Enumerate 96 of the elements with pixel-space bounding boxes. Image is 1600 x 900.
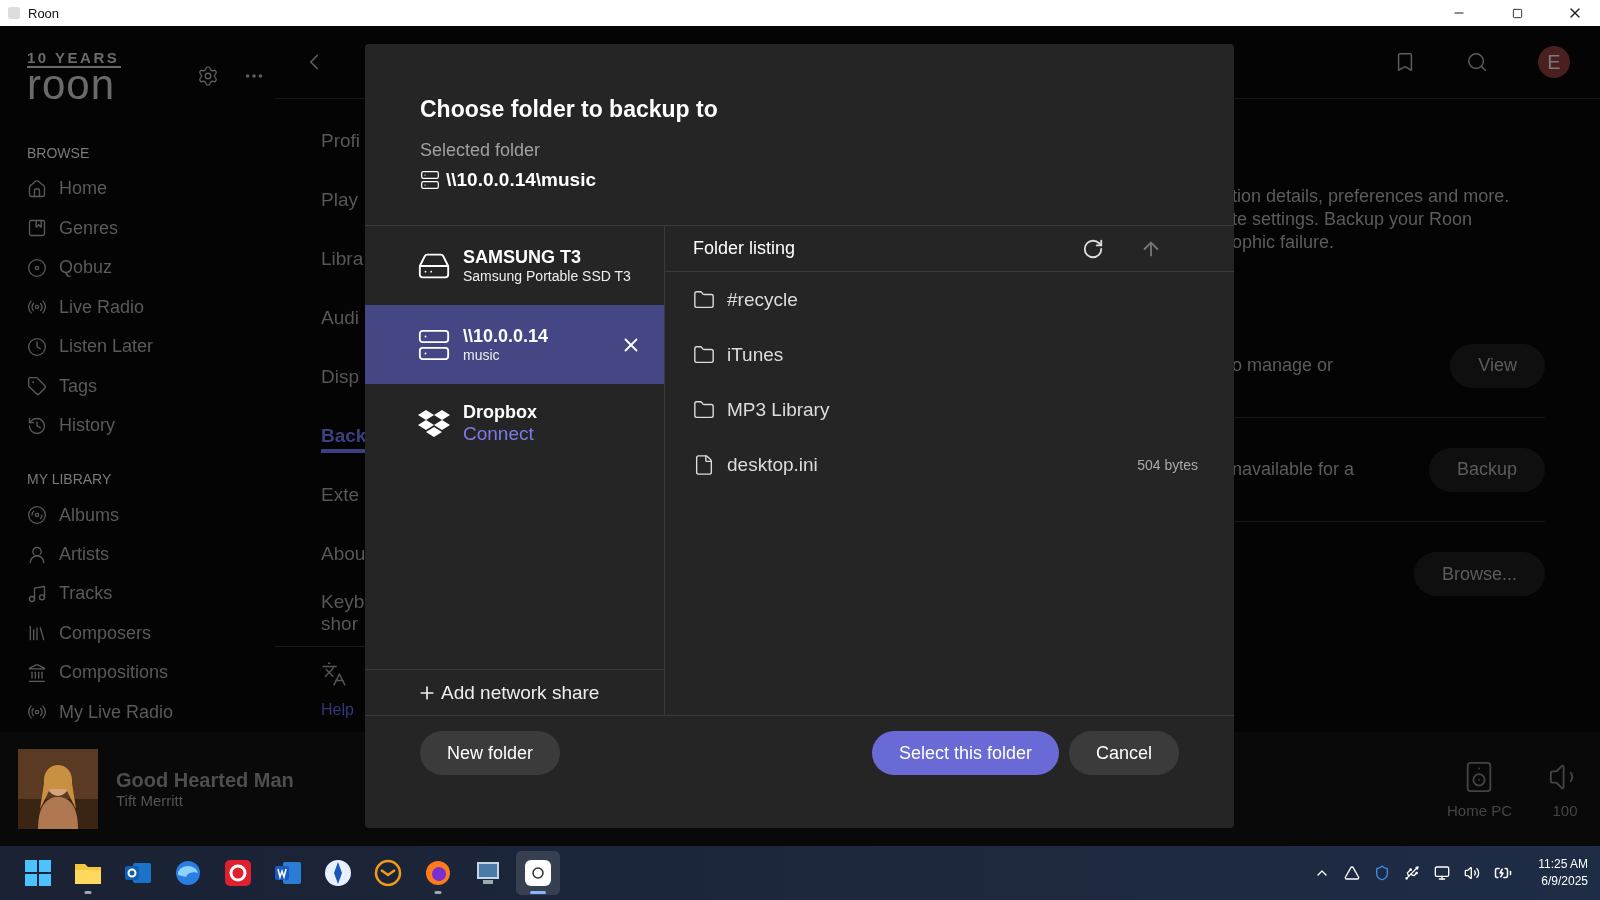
location-item[interactable]: \\10.0.0.14 music xyxy=(365,305,664,384)
sidebar-item[interactable]: Qobuz xyxy=(27,248,113,288)
location-title: SAMSUNG T3 xyxy=(463,247,582,268)
monitor-icon[interactable] xyxy=(1434,865,1451,881)
folder-entry[interactable]: desktop.ini 504 bytes xyxy=(665,437,1234,492)
settings-icon[interactable] xyxy=(197,64,219,87)
zone-name[interactable]: Home PC xyxy=(1446,801,1512,819)
globe-icon xyxy=(174,859,202,887)
settings-tab[interactable]: Play xyxy=(275,170,365,229)
settings-tab[interactable]: Disp xyxy=(275,347,365,406)
folder-icon xyxy=(693,288,715,311)
setting-button[interactable]: View xyxy=(1450,343,1545,388)
dropbox-icon xyxy=(417,408,451,439)
app-icon xyxy=(224,859,252,887)
help-link[interactable]: Help xyxy=(321,701,365,719)
sidebar-item[interactable]: Artists xyxy=(27,534,109,575)
selected-path: \\10.0.0.14\music xyxy=(446,169,596,191)
location-title: \\10.0.0.14 xyxy=(463,326,550,347)
settings-tab[interactable]: Profi xyxy=(275,111,365,170)
windows-logo-icon xyxy=(24,859,52,887)
tag-icon xyxy=(27,376,47,397)
sidebar-item[interactable]: Tracks xyxy=(27,574,113,614)
server-icon xyxy=(417,327,451,362)
sidebar-item[interactable]: My Live Radio xyxy=(27,692,174,732)
artist-name[interactable]: Tift Merritt xyxy=(116,792,294,809)
dialog-button[interactable]: Select this folder xyxy=(871,731,1059,775)
sidebar-item[interactable]: Live Radio xyxy=(27,287,145,327)
sidebar-item[interactable]: Home xyxy=(27,169,107,209)
folder-entry[interactable]: MP3 Library xyxy=(665,382,1234,437)
search-icon[interactable] xyxy=(1466,51,1488,73)
music-note-icon xyxy=(27,583,47,604)
browser-icon xyxy=(424,859,452,887)
section-title: MY LIBRARY xyxy=(27,470,113,490)
listing-title: Folder listing xyxy=(693,238,796,259)
location-subtitle: music xyxy=(463,347,501,363)
roon-app-icon xyxy=(524,859,552,887)
dialog-button[interactable]: New folder xyxy=(420,731,561,775)
sidebar-item[interactable]: Listen Later xyxy=(27,327,154,367)
sidebar-item[interactable]: Tags xyxy=(27,366,98,406)
settings-tab[interactable]: Abou xyxy=(275,524,365,583)
triangle-icon[interactable] xyxy=(1344,865,1361,881)
location-subtitle: Samsung Portable SSD T3 xyxy=(463,268,632,284)
folder-icon xyxy=(693,343,715,366)
sidebar-item[interactable]: Compositions xyxy=(27,653,169,693)
refresh-icon[interactable] xyxy=(1082,237,1104,260)
volume-level: 100 xyxy=(1552,801,1578,819)
settings-tab[interactable]: Audi xyxy=(275,288,365,347)
landmark-icon xyxy=(27,662,47,683)
monitor-icon xyxy=(474,859,502,887)
disc-icon xyxy=(27,257,47,278)
field-label: Selected folder xyxy=(420,140,542,161)
usb-icon[interactable] xyxy=(1404,865,1421,881)
file-icon xyxy=(693,453,715,476)
dialog-title: Choose folder to backup to xyxy=(420,96,719,123)
house-icon xyxy=(27,178,47,199)
translate-icon[interactable] xyxy=(321,661,347,687)
pen-icon xyxy=(324,859,352,887)
avatar[interactable]: E xyxy=(1538,46,1570,78)
logo: 10 YEARS roon xyxy=(27,49,122,102)
connect-link[interactable]: Connect xyxy=(463,423,642,445)
document-icon xyxy=(274,859,302,887)
location-title: Dropbox xyxy=(463,402,538,423)
folder-icon xyxy=(693,398,715,421)
speaker-icon[interactable] xyxy=(1464,865,1481,881)
track-title[interactable]: Good Hearted Man xyxy=(116,769,294,792)
file-size: 504 bytes xyxy=(1137,456,1198,473)
setting-button[interactable]: Backup xyxy=(1428,447,1545,492)
settings-tab[interactable]: Libra xyxy=(275,229,365,288)
sidebar-item[interactable]: Composers xyxy=(27,613,152,654)
sidebar-item[interactable]: History xyxy=(27,405,115,446)
location-item[interactable]: Dropbox Connect xyxy=(365,384,664,463)
history-icon xyxy=(27,415,47,436)
settings-tab[interactable]: Keyb shor xyxy=(275,583,365,642)
add-share-button[interactable]: Add network share xyxy=(365,669,664,715)
location-item[interactable]: SAMSUNG T3 Samsung Portable SSD T3 xyxy=(365,226,664,305)
folder-entry[interactable]: iTunes xyxy=(665,327,1234,382)
window-title: Roon xyxy=(28,5,60,21)
section-title: BROWSE xyxy=(27,144,91,164)
disc-icon xyxy=(27,505,47,526)
taskbar-app[interactable] xyxy=(516,851,560,895)
settings-tab[interactable]: Exte xyxy=(275,465,365,524)
shield-icon[interactable] xyxy=(1374,865,1391,881)
album-icon xyxy=(27,218,47,239)
setting-button[interactable]: Browse... xyxy=(1413,552,1545,596)
folder-entry[interactable]: #recycle xyxy=(665,272,1234,327)
app-icon xyxy=(8,7,20,19)
sidebar-item[interactable]: Genres xyxy=(27,208,119,249)
setting-text: navailable for a xyxy=(1232,459,1355,480)
server-icon xyxy=(420,170,440,190)
restore-icon xyxy=(1511,7,1523,19)
envelope-icon xyxy=(374,859,402,887)
sidebar-item[interactable]: Albums xyxy=(27,495,120,535)
dialog-button[interactable]: Cancel xyxy=(1068,731,1179,775)
user-icon xyxy=(27,544,47,565)
clock-icon xyxy=(27,336,47,357)
clock[interactable]: 11:25 AM 6/9/2025 xyxy=(1538,856,1588,890)
